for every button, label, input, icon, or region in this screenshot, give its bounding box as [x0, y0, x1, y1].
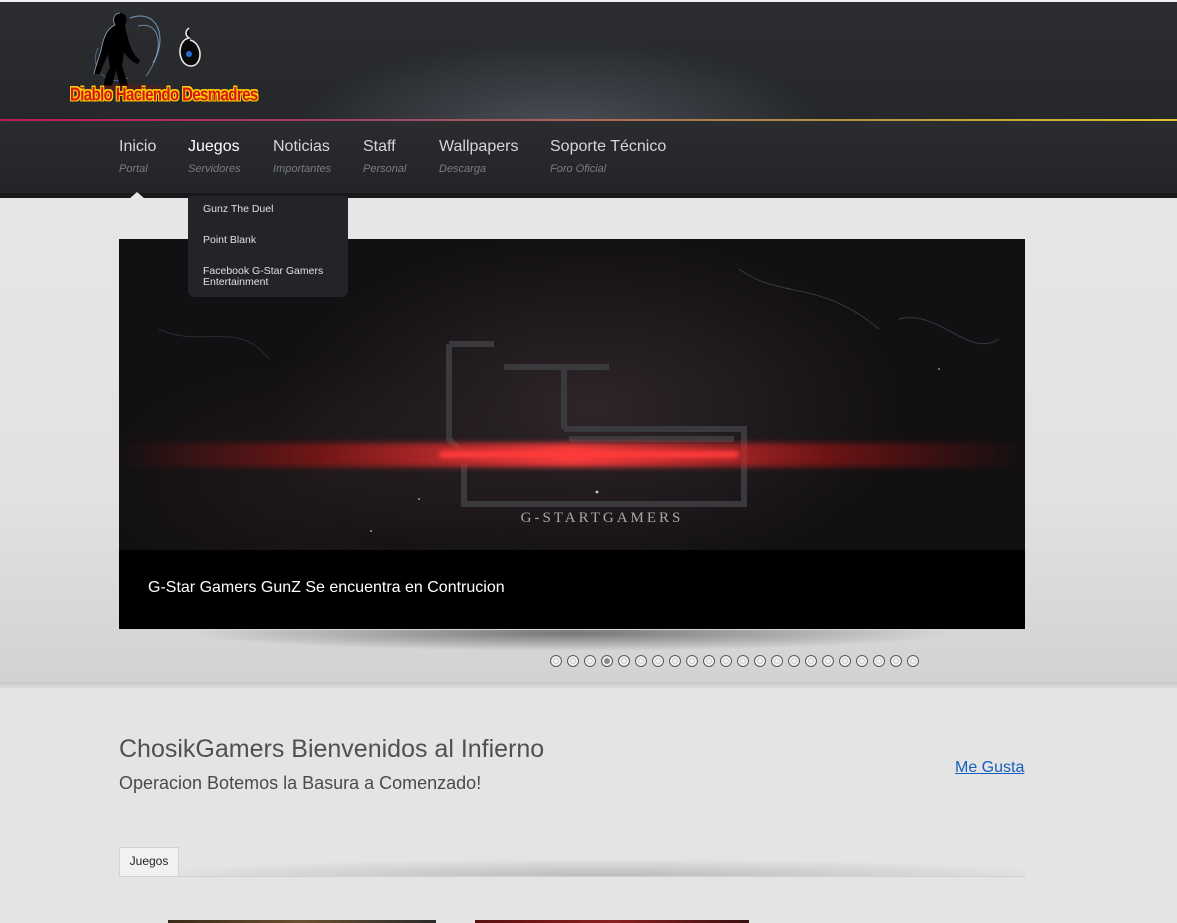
slider-dot[interactable]	[720, 655, 732, 667]
tab-juegos[interactable]: Juegos	[119, 847, 179, 876]
tab-strip-line	[119, 876, 1025, 877]
slider-dot[interactable]	[550, 655, 562, 667]
slider-dot[interactable]	[737, 655, 749, 667]
slider-dot[interactable]	[669, 655, 681, 667]
nav-sublabel: Descarga	[439, 163, 487, 175]
slider-dot[interactable]	[788, 655, 800, 667]
nav-item-staff[interactable]: Staff Personal	[363, 138, 406, 175]
slide-caption: G-Star Gamers GunZ Se encuentra en Contr…	[119, 550, 1025, 629]
nav-sublabel: Foro Oficial	[550, 163, 607, 175]
juegos-dropdown-menu: Gunz The Duel Point Blank Facebook G-Sta…	[188, 196, 348, 297]
page-title: ChosikGamers Bienvenidos al Infierno	[119, 735, 545, 763]
slider-dot[interactable]	[652, 655, 664, 667]
nav-item-juegos[interactable]: Juegos Servidores	[188, 138, 241, 175]
devil-tail-icon	[179, 27, 201, 67]
slider-dot[interactable]	[635, 655, 647, 667]
dropdown-item-facebook[interactable]: Facebook G-Star Gamers Entertainment	[203, 266, 338, 288]
dropdown-item-point-blank[interactable]: Point Blank	[203, 235, 338, 246]
nav-item-inicio[interactable]: Inicio Portal	[119, 138, 156, 175]
like-link[interactable]: Me Gusta	[955, 759, 1024, 777]
tab-strip-shadow	[180, 854, 1025, 876]
nav-item-soporte-tecnico[interactable]: Soporte Técnico Foro Oficial	[550, 138, 666, 175]
slider-dot[interactable]	[754, 655, 766, 667]
nav-sublabel: Portal	[119, 163, 148, 175]
nav-label: Wallpapers	[439, 138, 519, 155]
section-divider	[0, 682, 1177, 688]
logo-text: Diablo Haciendo Desmadres	[70, 84, 258, 106]
slider-dot[interactable]	[771, 655, 783, 667]
nav-sublabel: Importantes	[273, 163, 332, 175]
nav-active-pointer	[129, 192, 145, 199]
nav-sublabel: Personal	[363, 163, 407, 175]
slider-dot[interactable]	[839, 655, 851, 667]
nav-sublabel: Servidores	[188, 163, 241, 175]
featured-slide[interactable]: G-STARTGAMERS G-Star Gamers GunZ Se encu…	[119, 239, 1025, 629]
slider-dot[interactable]	[805, 655, 817, 667]
slider-dot[interactable]	[584, 655, 596, 667]
nav-item-noticias[interactable]: Noticias Importantes	[273, 138, 331, 175]
site-header: Diablo Haciendo Desmadres	[0, 0, 1177, 119]
nav-item-wallpapers[interactable]: Wallpapers Descarga	[439, 138, 518, 175]
dropdown-item-gunz[interactable]: Gunz The Duel	[203, 204, 338, 215]
nav-label: Soporte Técnico	[550, 138, 667, 155]
slider-dot[interactable]	[601, 655, 613, 667]
slide-logo-text: G-STARTGAMERS	[520, 510, 684, 526]
site-logo[interactable]: Diablo Haciendo Desmadres	[68, 8, 258, 112]
slider-dot[interactable]	[618, 655, 630, 667]
nav-label: Inicio	[119, 138, 157, 155]
slider-dot[interactable]	[890, 655, 902, 667]
slider-dot[interactable]	[822, 655, 834, 667]
slider-dot[interactable]	[907, 655, 919, 667]
slider-dot[interactable]	[703, 655, 715, 667]
nav-label: Staff	[363, 138, 396, 155]
nav-label: Noticias	[273, 138, 330, 155]
slider-dot[interactable]	[567, 655, 579, 667]
slider-dot[interactable]	[856, 655, 868, 667]
slide-caption-text: G-Star Gamers GunZ Se encuentra en Contr…	[148, 579, 505, 596]
slider-dot[interactable]	[873, 655, 885, 667]
nav-label: Juegos	[188, 138, 240, 155]
page-subtitle: Operacion Botemos la Basura a Comenzado!	[119, 773, 482, 793]
main-nav: Inicio Portal Juegos Servidores Noticias…	[0, 121, 1177, 198]
red-light-core	[439, 451, 739, 458]
slider-dot[interactable]	[686, 655, 698, 667]
